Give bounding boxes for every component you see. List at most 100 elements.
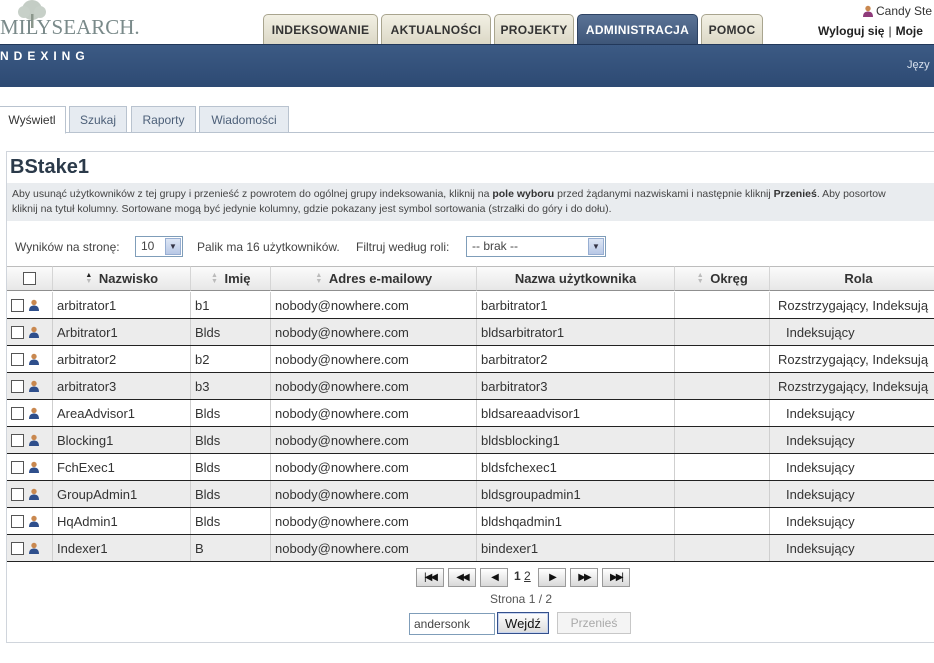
section-banner: NDEXING Języ — [0, 44, 934, 87]
subtab-search[interactable]: Szukaj — [69, 106, 127, 133]
cell-username: bldsareaadvisor1 — [477, 400, 675, 426]
header-email[interactable]: ▲ ▼ Adres e-mailowy — [271, 266, 477, 291]
header-district[interactable]: ▲ ▼ Okręg — [675, 266, 770, 291]
select-all-checkbox[interactable] — [23, 272, 36, 285]
cell-surname: arbitrator1 — [53, 292, 191, 318]
page-link-2[interactable]: 2 — [524, 569, 531, 583]
next-page-button[interactable]: ▶ — [538, 568, 566, 587]
my-account-link[interactable]: Moje — [896, 24, 923, 38]
subtab-messages[interactable]: Wiadomości — [199, 106, 289, 133]
row-checkbox[interactable] — [11, 487, 24, 501]
link-separator: | — [888, 24, 892, 38]
cell-email: nobody@nowhere.com — [271, 373, 477, 399]
table-row: arbitrator1 b1 nobody@nowhere.com barbitrat… — [7, 292, 934, 319]
sort-arrows-icon: ▲ ▼ — [211, 271, 218, 285]
cell-email: nobody@nowhere.com — [271, 427, 477, 453]
cell-district — [675, 535, 770, 561]
cell-district — [675, 508, 770, 534]
cell-role: Indeksujący — [786, 540, 855, 556]
username-input[interactable]: andersonk — [409, 613, 495, 635]
user-name: Candy Ste — [876, 4, 933, 18]
row-checkbox[interactable] — [11, 298, 24, 312]
header-username-label: Nazwa użytkownika — [514, 271, 637, 286]
row-checkbox[interactable] — [11, 514, 24, 528]
cell-first: Blds — [191, 481, 271, 507]
perpage-select[interactable]: 10 ▼ — [135, 236, 183, 257]
cell-username: bldsgroupadmin1 — [477, 481, 675, 507]
next-ten-button[interactable]: ▶▶ — [570, 568, 598, 587]
cell-first: Blds — [191, 508, 271, 534]
logo-text[interactable]: MILYSEARCH. — [0, 15, 140, 40]
cell-first: Blds — [191, 454, 271, 480]
cell-first: B — [191, 535, 271, 561]
chevron-down-icon[interactable]: ▼ — [165, 238, 181, 255]
subtab-view[interactable]: Wyświetl — [0, 106, 66, 134]
row-checkbox[interactable] — [11, 352, 24, 366]
language-link[interactable]: Języ — [907, 59, 930, 71]
cell-role: Rozstrzygający, Indeksują — [778, 378, 929, 394]
first-page-button[interactable]: |◀◀ — [416, 568, 444, 587]
cell-surname: Blocking1 — [53, 427, 191, 453]
info-text: przed żądanymi nazwiskami i następnie kl… — [554, 188, 774, 200]
cell-district — [675, 373, 770, 399]
cell-district — [675, 400, 770, 426]
tab-indexing[interactable]: INDEKSOWANIE — [263, 14, 378, 44]
table-row: FchExec1 Blds nobody@nowhere.com bldsfchexe… — [7, 454, 934, 481]
cell-surname: arbitrator3 — [53, 373, 191, 399]
cell-username: bldsblocking1 — [477, 427, 675, 453]
table-row: GroupAdmin1 Blds nobody@nowhere.com bldsgro… — [7, 481, 934, 508]
row-select-cell — [7, 481, 53, 507]
row-checkbox[interactable] — [11, 379, 24, 393]
tab-news[interactable]: AKTUALNOŚCI — [381, 14, 491, 44]
chevron-down-icon[interactable]: ▼ — [588, 238, 604, 255]
cell-username: bldsfchexec1 — [477, 454, 675, 480]
user-icon — [29, 515, 39, 527]
subtab-reports[interactable]: Raporty — [131, 106, 196, 133]
info-text: Aby usunąć użytkowników z tej grupy i pr… — [12, 188, 493, 200]
table-row: AreaAdvisor1 Blds nobody@nowhere.com bldsar… — [7, 400, 934, 427]
move-button[interactable]: Przenieś — [557, 612, 631, 634]
prev-page-button[interactable]: ◀ — [480, 568, 508, 587]
header-surname-label: Nazwisko — [98, 271, 159, 286]
cell-first: Blds — [191, 400, 271, 426]
role-filter-select[interactable]: -- brak -- ▼ — [466, 236, 606, 257]
row-select-cell — [7, 319, 53, 345]
row-checkbox[interactable] — [11, 406, 24, 420]
row-checkbox[interactable] — [11, 460, 24, 474]
row-select-cell — [7, 454, 53, 480]
cell-email: nobody@nowhere.com — [271, 346, 477, 372]
header-surname[interactable]: ▲ ▼ Nazwisko — [53, 266, 191, 291]
header-role: Rola — [770, 266, 934, 291]
table-row: Indexer1 Bnobody@nowhere.com bindexer1 Inde… — [7, 535, 934, 562]
tab-projects[interactable]: PROJEKTY — [494, 14, 574, 44]
cell-username: bindexer1 — [477, 535, 675, 561]
row-checkbox[interactable] — [11, 325, 24, 339]
user-icon — [29, 461, 39, 473]
row-select-cell — [7, 292, 53, 318]
sort-arrows-icon: ▲ ▼ — [85, 271, 93, 285]
row-checkbox[interactable] — [11, 433, 24, 447]
row-checkbox[interactable] — [11, 541, 24, 555]
tab-administration[interactable]: ADMINISTRACJA — [577, 14, 698, 44]
perpage-label: Wyników na stronę: — [15, 240, 120, 254]
header-email-label: Adres e-mailowy — [328, 271, 433, 286]
cell-role: Rozstrzygający, Indeksują — [778, 297, 929, 313]
cell-surname: FchExec1 — [53, 454, 191, 480]
header-district-label: Okręg — [710, 271, 748, 286]
cell-surname: AreaAdvisor1 — [53, 400, 191, 426]
user-icon — [29, 434, 39, 446]
user-info: Candy Ste — [862, 4, 932, 18]
row-select-cell — [7, 346, 53, 372]
info-bold-move: Przenieś — [773, 188, 817, 200]
table-row: Blocking1 Blds nobody@nowhere.com bldsblock… — [7, 427, 934, 454]
last-page-button[interactable]: ▶▶| — [602, 568, 630, 587]
tab-help[interactable]: POMOC — [701, 14, 763, 44]
header-first-label: Imię — [224, 271, 251, 286]
go-button[interactable]: Wejdź — [497, 612, 549, 634]
logout-link[interactable]: Wyloguj się — [818, 24, 884, 38]
info-text: . Aby posortow — [816, 188, 886, 200]
header-first-name[interactable]: ▲ ▼ Imię — [191, 266, 271, 291]
prev-ten-button[interactable]: ◀◀ — [448, 568, 476, 587]
cell-role: Rozstrzygający, Indeksują — [778, 351, 929, 367]
cell-surname: Arbitrator1 — [53, 319, 191, 345]
